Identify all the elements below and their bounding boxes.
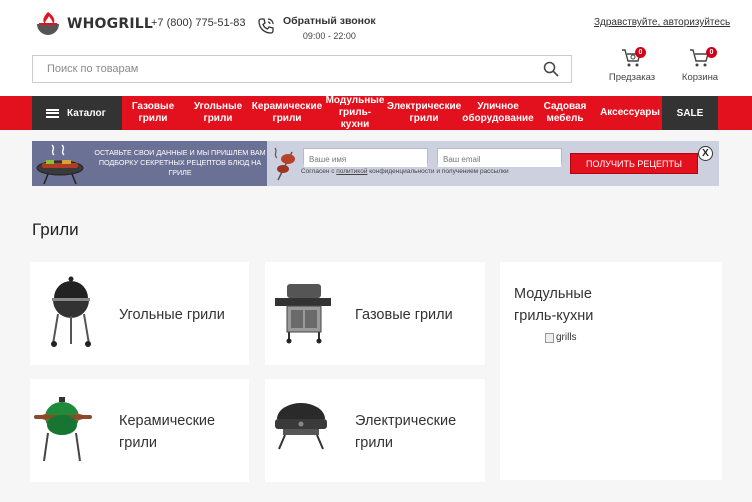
category-label: Электрические грили (355, 413, 457, 451)
category-label: Угольные грили (119, 307, 225, 323)
cart-button[interactable]: 0 Корзина (670, 47, 730, 83)
main-nav: Каталог Газовые грили Угольные грили Керам… (0, 95, 752, 130)
nav-item-sale[interactable]: SALE (662, 96, 718, 130)
catalog-label: Каталог (67, 107, 106, 119)
get-recipes-button[interactable]: ПОЛУЧИТЬ РЕЦЕПТЫ (570, 153, 698, 174)
category-label: Керамические грили (119, 413, 216, 451)
nav-item-accessories[interactable]: Аксессуары (598, 96, 662, 130)
category-label: Газовые грили (355, 307, 453, 323)
charcoal-grill-icon (51, 276, 91, 347)
grill-flame-logo-icon (37, 12, 59, 35)
preorder-count-badge: 0 (635, 47, 646, 58)
callback-hours: 09:00 - 22:00 (302, 31, 356, 41)
broken-image-icon (545, 332, 554, 343)
nav-item-modular-kitchens[interactable]: Модульные гриль-кухни (325, 95, 385, 130)
name-input[interactable] (304, 152, 427, 167)
nav-item-outdoor-equipment[interactable]: Уличное оборудование (462, 96, 533, 130)
meat-skewer-icon (274, 147, 295, 181)
nav-item-garden-furniture[interactable]: Садовая мебель (540, 96, 590, 130)
category-card-electric-grills[interactable]: Электрические грили (265, 379, 485, 482)
callback-request[interactable]: Обратный звонок 09:00 - 22:00 (257, 15, 376, 41)
phone-icon (258, 18, 274, 34)
banner-dark-panel: ОСТАВЬТЕ СВОИ ДАННЫЕ И МЫ ПРИШЛЕМ ВАМ ПО… (32, 141, 267, 186)
ceramic-grill-icon (34, 397, 92, 462)
search-input[interactable] (33, 56, 533, 82)
cart-label: Корзина (681, 72, 719, 83)
logo[interactable]: WHOGRILL (33, 10, 153, 38)
nav-item-charcoal-grills[interactable]: Угольные грили (188, 96, 248, 130)
logo-text: WHOGRILL (67, 16, 153, 32)
preorder-button[interactable]: 0 Предзаказ (602, 47, 662, 83)
login-link[interactable]: Здравствуйте, авторизуйтесь (594, 17, 730, 28)
preorder-label: Предзаказ (608, 72, 656, 83)
banner-email-field (437, 148, 562, 167)
page-title: Грили (32, 220, 79, 239)
gas-grill-icon (275, 284, 331, 344)
consent-text: Согласен с политикой конфиденциальности … (301, 168, 509, 175)
search-icon[interactable] (543, 61, 559, 77)
category-label: Модульные гриль-кухни (514, 286, 594, 324)
broken-image-grills: grills (545, 332, 577, 343)
close-icon[interactable]: X (698, 146, 713, 161)
recipes-banner: ОСТАВЬТЕ СВОИ ДАННЫЕ И МЫ ПРИШЛЕМ ВАМ ПО… (32, 141, 719, 186)
banner-name-field (303, 148, 428, 167)
menu-icon (46, 108, 59, 118)
search-bar (32, 55, 572, 83)
category-card-gas-grills[interactable]: Газовые грили (265, 262, 485, 365)
nav-item-gas-grills[interactable]: Газовые грили (124, 96, 182, 130)
electric-grill-icon (275, 403, 327, 450)
phone-number[interactable]: +7 (800) 775-51-83 (151, 17, 245, 29)
category-card-ceramic-grills[interactable]: Керамические грили (30, 379, 249, 482)
grill-illustration-icon (36, 144, 84, 185)
cart-count-badge: 0 (706, 47, 717, 58)
banner-text: ОСТАВЬТЕ СВОИ ДАННЫЕ И МЫ ПРИШЛЕМ ВАМ ПО… (94, 148, 266, 177)
email-input[interactable] (438, 152, 561, 167)
catalog-button[interactable]: Каталог (32, 96, 122, 130)
site-header: WHOGRILL +7 (800) 775-51-83 Обратный зво… (0, 0, 752, 96)
callback-title: Обратный звонок (283, 15, 376, 27)
category-card-modular-kitchens[interactable]: Модульные гриль-кухни (500, 262, 722, 480)
category-card-charcoal-grills[interactable]: Угольные грили (30, 262, 249, 365)
nav-item-ceramic-grills[interactable]: Керамические грили (251, 96, 323, 130)
nav-item-electric-grills[interactable]: Электрические грили (387, 96, 461, 130)
privacy-policy-link[interactable]: политикой (336, 168, 367, 175)
